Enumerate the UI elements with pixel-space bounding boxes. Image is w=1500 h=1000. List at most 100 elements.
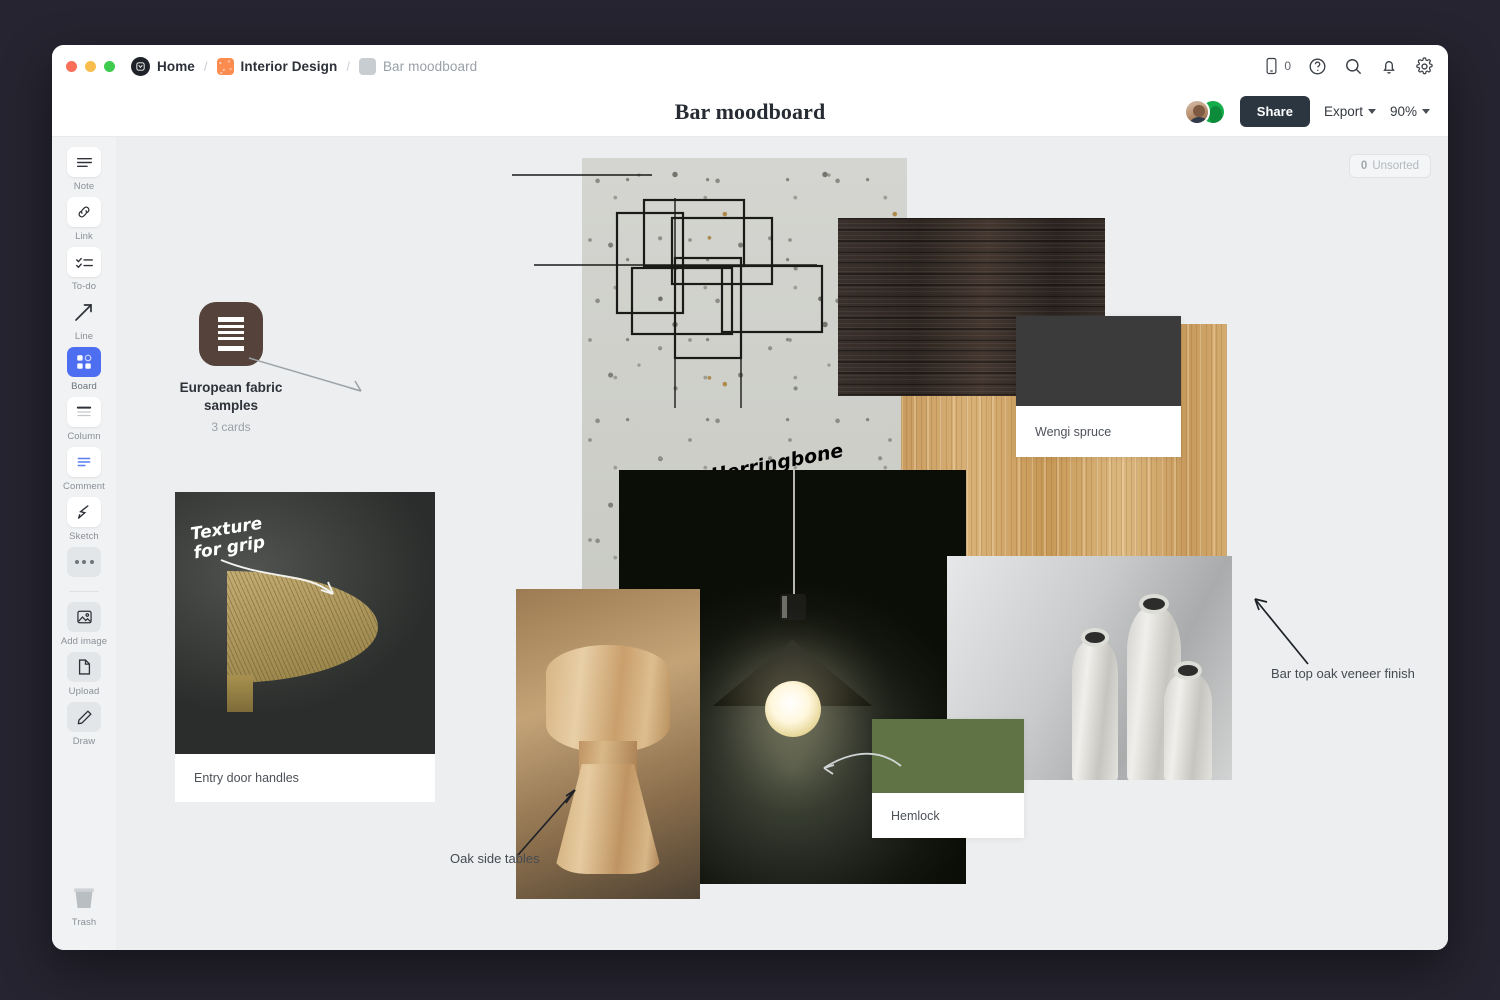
arrow-bar-top-oak-veneer <box>1255 599 1308 664</box>
sidebar-item-note[interactable]: Note <box>58 147 110 192</box>
board-card-hemlock[interactable]: Hemlock <box>872 719 1024 838</box>
unsorted-label: Unsorted <box>1372 160 1419 172</box>
maximize-window-button[interactable] <box>104 61 115 72</box>
oak-side-table-photo <box>516 589 700 899</box>
board-header: Bar moodboard Share Export 90% <box>52 87 1448 137</box>
sidebar-label-draw: Draw <box>73 736 96 747</box>
draw-icon <box>67 702 101 732</box>
gear-icon[interactable] <box>1415 57 1434 76</box>
board-image-oak-stool[interactable] <box>516 589 700 899</box>
sidebar-item-more[interactable] <box>58 547 110 577</box>
breadcrumb-label-interior-design: Interior Design <box>241 59 338 74</box>
header-actions: Share Export 90% <box>1184 87 1430 136</box>
sidebar-item-draw[interactable]: Draw <box>58 702 110 747</box>
sidebar-label-note: Note <box>74 181 94 192</box>
stack-title: European fabric samples <box>166 379 296 415</box>
sidebar-item-trash[interactable]: Trash <box>58 883 110 928</box>
sidebar-label-column: Column <box>67 431 100 442</box>
breadcrumb-separator-2: / <box>344 59 352 74</box>
stack-card-count: 3 cards <box>166 420 296 434</box>
tool-sidebar: Note Link To-do <box>52 137 116 950</box>
sidebar-item-link[interactable]: Link <box>58 197 110 242</box>
sidebar-item-column[interactable]: Column <box>58 397 110 442</box>
titlebar-actions: 0 <box>1264 57 1434 76</box>
traffic-lights <box>66 61 115 72</box>
sidebar-label-trash: Trash <box>72 917 96 928</box>
sidebar-label-line: Line <box>75 331 93 342</box>
lamp-cord <box>793 470 795 598</box>
note-icon <box>67 147 101 177</box>
thread-spool-icon <box>199 302 263 366</box>
upload-icon <box>67 652 101 682</box>
lamp-socket <box>780 594 806 620</box>
zoom-label: 90% <box>1390 104 1417 119</box>
sidebar-item-board[interactable]: Board <box>58 347 110 392</box>
annotation-oak-side-tables[interactable]: Oak side tables <box>450 851 540 866</box>
share-button[interactable]: Share <box>1240 96 1310 127</box>
chevron-down-icon <box>1368 109 1376 114</box>
sidebar-divider <box>69 591 99 592</box>
caption-wengi-spruce: Wengi spruce <box>1016 406 1181 457</box>
export-menu[interactable]: Export <box>1324 104 1376 119</box>
phone-button[interactable]: 0 <box>1264 57 1291 75</box>
breadcrumb-item-home[interactable]: Home <box>131 57 195 76</box>
help-icon[interactable] <box>1308 57 1327 76</box>
app-window: Home / Interior Design / Bar moodboard 0 <box>52 45 1448 950</box>
stool-base <box>554 764 663 874</box>
add-image-icon <box>67 602 101 632</box>
titlebar: Home / Interior Design / Bar moodboard 0 <box>52 45 1448 87</box>
board-stack-european-fabric-samples[interactable]: European fabric samples 3 cards <box>166 302 296 434</box>
vase-left <box>1072 639 1118 780</box>
sidebar-item-add-image[interactable]: Add image <box>58 602 110 647</box>
breadcrumb-separator-1: / <box>202 59 210 74</box>
folder-icon <box>217 58 234 75</box>
board-card-wengi-spruce[interactable]: Wengi spruce <box>1016 316 1181 457</box>
sidebar-item-line[interactable]: Line <box>58 297 110 342</box>
close-window-button[interactable] <box>66 61 77 72</box>
unsorted-badge[interactable]: 0 Unsorted <box>1349 154 1431 178</box>
board-canvas[interactable]: 0 Unsorted <box>116 137 1448 950</box>
wengi-spruce-swatch <box>1016 316 1181 406</box>
search-icon[interactable] <box>1344 57 1363 76</box>
avatar <box>1184 99 1210 125</box>
annotation-bar-top-oak-veneer[interactable]: Bar top oak veneer finish <box>1271 666 1415 681</box>
caption-entry-door-handles[interactable]: Entry door handles <box>175 754 435 802</box>
phone-icon <box>1264 57 1279 75</box>
zoom-menu[interactable]: 90% <box>1390 104 1430 119</box>
sketch-icon <box>67 497 101 527</box>
lamp-bulb <box>765 681 821 737</box>
todo-icon <box>67 247 101 277</box>
sidebar-label-board: Board <box>71 381 97 392</box>
breadcrumb-item-interior-design[interactable]: Interior Design <box>217 58 338 75</box>
breadcrumb: Home / Interior Design / Bar moodboard <box>131 57 477 76</box>
board-icon <box>359 58 376 75</box>
sidebar-item-sketch[interactable]: Sketch <box>58 497 110 542</box>
minimize-window-button[interactable] <box>85 61 96 72</box>
board-icon <box>67 347 101 377</box>
vase-mouth <box>1178 665 1198 676</box>
export-label: Export <box>1324 104 1363 119</box>
sidebar-item-upload[interactable]: Upload <box>58 652 110 697</box>
vase-right <box>1164 672 1212 780</box>
page-title: Bar moodboard <box>675 99 826 125</box>
breadcrumb-item-bar-moodboard[interactable]: Bar moodboard <box>359 58 477 75</box>
chevron-down-icon <box>1422 109 1430 114</box>
vase-mouth <box>1085 632 1105 643</box>
caption-hemlock: Hemlock <box>872 793 1024 838</box>
sidebar-item-comment[interactable]: Comment <box>58 447 110 492</box>
board-image-door-handle[interactable]: Texture for grip <box>175 492 435 754</box>
sidebar-item-todo[interactable]: To-do <box>58 247 110 292</box>
app-body: Note Link To-do <box>52 137 1448 950</box>
collaborator-avatars[interactable] <box>1184 99 1226 125</box>
more-icon <box>67 547 101 577</box>
door-handle-lip <box>227 675 253 712</box>
sidebar-label-link: Link <box>75 231 93 242</box>
spool-glyph <box>218 317 244 351</box>
line-icon <box>67 297 101 327</box>
stool-top <box>546 645 670 753</box>
sidebar-label-comment: Comment <box>63 481 105 492</box>
home-icon <box>131 57 150 76</box>
bell-icon[interactable] <box>1380 57 1398 76</box>
link-icon <box>67 197 101 227</box>
hemlock-swatch <box>872 719 1024 793</box>
